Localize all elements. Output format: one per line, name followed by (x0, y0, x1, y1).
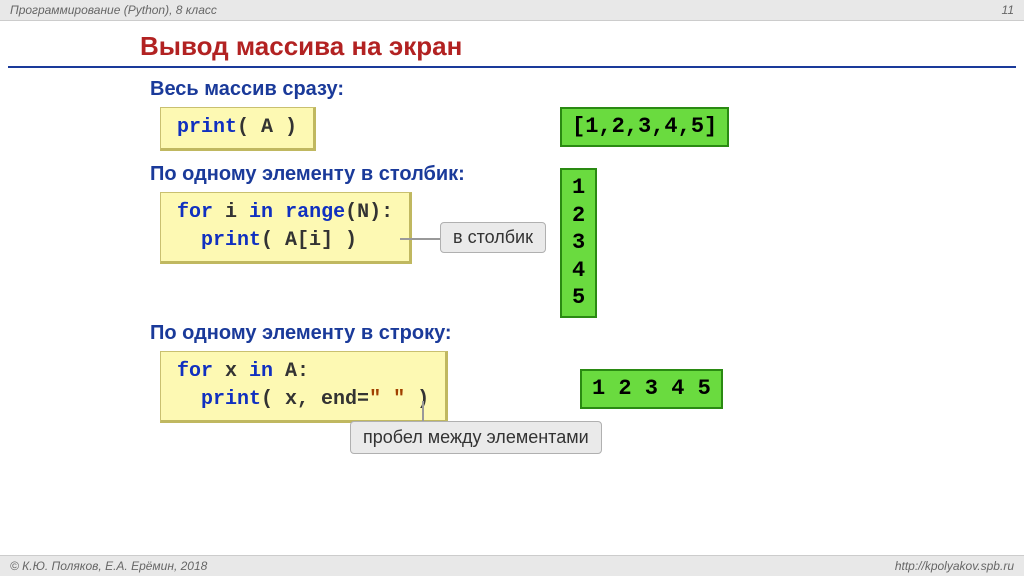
code-print-row: for x in A: print( x, end=" " ) (160, 351, 448, 423)
slide-title: Вывод массива на экран (140, 31, 1024, 62)
header-subject: Программирование (Python), 8 класс (10, 3, 217, 17)
footer-bar: © К.Ю. Поляков, Е.А. Ерёмин, 2018 http:/… (0, 555, 1024, 576)
output-row: 1 2 3 4 5 (580, 369, 723, 409)
output-full-array: [1,2,3,4,5] (560, 107, 729, 147)
callout-space: пробел между элементами (350, 421, 602, 454)
footer-url: http://kpolyakov.spb.ru (895, 559, 1014, 573)
callout-column: в столбик (440, 222, 546, 253)
callout-leader (400, 238, 444, 240)
footer-copyright: © К.Ю. Поляков, Е.А. Ерёмин, 2018 (10, 559, 207, 573)
title-rule (8, 66, 1016, 68)
header-page-number: 11 (1002, 3, 1014, 17)
section1-heading: Весь массив сразу: (150, 78, 1024, 101)
slide-body: Весь массив сразу: print( A ) [1,2,3,4,5… (150, 78, 1024, 501)
code-print-column: for i in range(N): print( A[i] ) (160, 192, 412, 264)
header-bar: Программирование (Python), 8 класс 11 (0, 0, 1024, 21)
code-print-array: print( A ) (160, 107, 316, 151)
output-column: 1 2 3 4 5 (560, 168, 597, 318)
